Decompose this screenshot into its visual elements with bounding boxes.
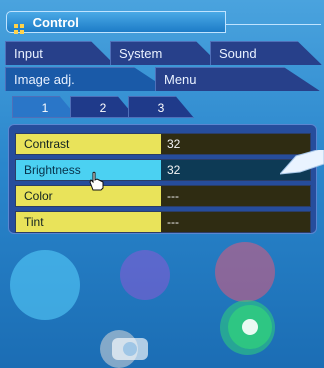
gear-camera-icon	[225, 302, 275, 352]
settings-list: Contrast 32 Brightness 32 Color --- Tint…	[8, 124, 317, 234]
grid-icon	[14, 19, 24, 34]
window-title: Control	[32, 15, 79, 30]
tab-label: Input	[14, 46, 43, 61]
setting-row-contrast[interactable]: Contrast 32	[15, 133, 311, 155]
tab-label: 2	[99, 101, 107, 115]
callout-icon	[278, 147, 324, 194]
tab-sound[interactable]: Sound	[210, 41, 322, 65]
tab-label: Image adj.	[14, 72, 75, 87]
tab-label: System	[119, 46, 163, 61]
camera-icon	[110, 328, 150, 362]
title-bar: Control	[6, 11, 321, 34]
tab-input[interactable]: Input	[5, 41, 115, 65]
tab-page-2[interactable]: 2	[70, 96, 136, 118]
setting-row-brightness[interactable]: Brightness 32	[15, 159, 311, 181]
tab-label: Menu	[164, 72, 197, 87]
setting-row-color[interactable]: Color ---	[15, 185, 311, 207]
setting-label: Contrast	[16, 134, 161, 154]
tab-page-3[interactable]: 3	[128, 96, 194, 118]
tab-system[interactable]: System	[110, 41, 220, 65]
setting-row-tint[interactable]: Tint ---	[15, 211, 311, 233]
tab-label: Sound	[219, 46, 257, 61]
setting-label: Tint	[16, 212, 161, 232]
tab-menu[interactable]: Menu	[155, 67, 320, 91]
setting-value: ---	[161, 212, 310, 232]
tab-page-1[interactable]: 1	[12, 96, 78, 118]
title-rule	[225, 24, 321, 25]
tab-label: 3	[157, 101, 165, 115]
control-panel: Control Input System Sound Image adj. Me…	[0, 0, 324, 368]
tab-label: 1	[41, 101, 49, 115]
tab-image-adj[interactable]: Image adj.	[5, 67, 170, 91]
hand-cursor-icon	[85, 170, 107, 192]
